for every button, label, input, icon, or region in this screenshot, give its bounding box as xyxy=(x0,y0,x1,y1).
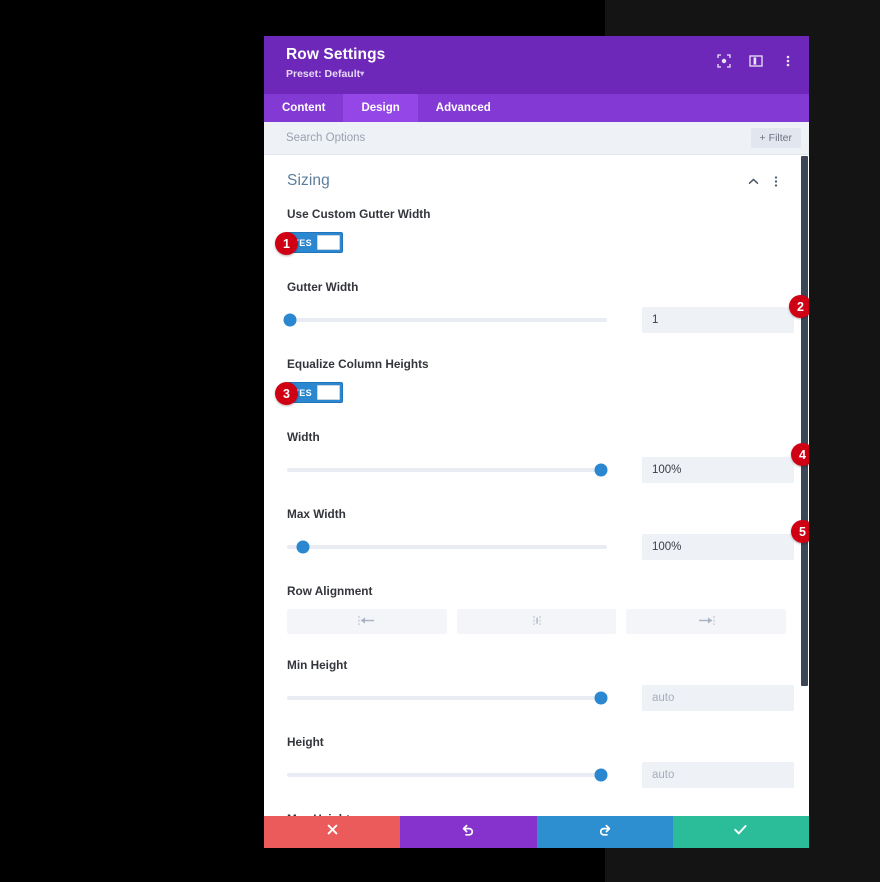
control-row xyxy=(287,760,794,790)
field-label: Max Height xyxy=(287,812,786,816)
slider-handle[interactable] xyxy=(283,313,297,327)
more-vertical-icon[interactable] xyxy=(780,53,795,68)
focus-target-icon[interactable] xyxy=(716,53,731,68)
field-label: Min Height xyxy=(287,658,348,672)
panel-layout-icon[interactable] xyxy=(748,53,763,68)
filter-button[interactable]: + Filter xyxy=(750,128,801,148)
filter-label: Filter xyxy=(768,132,792,144)
field-max-width: Max Width 5 xyxy=(287,507,809,584)
row-settings-modal: Row Settings Preset: Default▾ Content De… xyxy=(264,36,809,848)
align-left-button[interactable] xyxy=(287,609,447,634)
height-slider[interactable] xyxy=(287,768,608,782)
slider-handle[interactable] xyxy=(296,540,310,554)
check-icon xyxy=(733,823,748,841)
more-vertical-icon[interactable] xyxy=(768,173,784,189)
slider-track xyxy=(287,773,607,777)
min-height-input[interactable] xyxy=(642,685,794,711)
slider-track xyxy=(287,696,607,700)
field-label: Gutter Width xyxy=(287,280,359,294)
search-bar: +Filter xyxy=(264,122,809,155)
control-row: 5 xyxy=(287,520,809,562)
field-gutter-width: Gutter Width 2 xyxy=(283,280,809,357)
settings-tabs: Content Design Advanced xyxy=(264,94,809,122)
field-label: Equalize Column Heights xyxy=(287,357,429,371)
slider-handle[interactable] xyxy=(594,463,608,477)
tab-content[interactable]: Content xyxy=(264,94,343,122)
field-row-alignment: Row Alignment xyxy=(287,584,787,658)
control-row xyxy=(287,683,794,713)
annotation-badge-4: 4 xyxy=(791,443,809,466)
slider-track xyxy=(287,318,607,322)
scrollbar-thumb[interactable] xyxy=(801,156,808,686)
cancel-button[interactable] xyxy=(264,816,401,848)
preset-selector[interactable]: Preset: Default▾ xyxy=(286,68,793,81)
toggle-knob xyxy=(317,385,340,400)
height-input[interactable] xyxy=(642,762,794,788)
control-row: 4 xyxy=(287,443,809,485)
gutter-width-input[interactable] xyxy=(642,307,794,333)
field-label: Max Width xyxy=(287,507,346,521)
undo-icon xyxy=(461,823,475,842)
redo-button[interactable] xyxy=(536,816,673,848)
width-input[interactable] xyxy=(642,457,794,483)
field-label: Row Alignment xyxy=(287,584,373,598)
align-center-button[interactable] xyxy=(456,609,617,634)
sizing-title: Sizing xyxy=(287,172,330,189)
plus-icon: + xyxy=(759,132,766,144)
sizing-section-header[interactable]: Sizing xyxy=(287,155,786,207)
redo-icon xyxy=(598,823,612,842)
tab-advanced[interactable]: Advanced xyxy=(418,94,509,122)
align-right-button[interactable] xyxy=(626,609,787,634)
field-max-height: Max Height 6 xyxy=(287,812,786,816)
settings-scroll-area: Sizing Use Custom Gutter Width YES 1 Gut… xyxy=(264,155,809,816)
toggle-row: YES 3 xyxy=(275,382,786,405)
save-button[interactable] xyxy=(672,816,809,848)
slider-handle[interactable] xyxy=(594,768,608,782)
toggle-knob xyxy=(317,235,340,250)
gutter-width-slider[interactable] xyxy=(283,313,607,327)
max-width-input[interactable] xyxy=(642,534,794,560)
scrollbar-track[interactable] xyxy=(800,155,809,816)
annotation-badge-3: 3 xyxy=(275,382,298,405)
header-icon-group xyxy=(716,53,795,68)
align-center-icon xyxy=(526,613,548,631)
slider-track xyxy=(287,468,607,472)
chevron-down-icon: ▾ xyxy=(360,69,365,78)
toggle-row: YES 1 xyxy=(275,232,786,255)
field-height: Height xyxy=(287,735,794,812)
field-min-height: Min Height xyxy=(287,658,794,735)
align-left-icon xyxy=(356,613,378,631)
field-label: Use Custom Gutter Width xyxy=(287,207,431,221)
field-label: Height xyxy=(287,735,324,749)
align-right-icon xyxy=(695,613,717,631)
slider-handle[interactable] xyxy=(594,691,608,705)
field-equalize-column-heights: Equalize Column Heights YES 3 xyxy=(275,357,786,430)
max-width-slider[interactable] xyxy=(287,540,607,554)
row-alignment-group xyxy=(287,609,787,634)
field-label: Width xyxy=(287,430,320,444)
undo-button[interactable] xyxy=(400,816,537,848)
modal-footer xyxy=(264,816,809,848)
search-input[interactable] xyxy=(286,132,751,144)
field-width: Width 4 xyxy=(287,430,809,507)
modal-header: Row Settings Preset: Default▾ xyxy=(264,36,809,94)
chevron-up-icon[interactable] xyxy=(745,173,761,189)
slider-track xyxy=(287,545,607,549)
annotation-badge-2: 2 xyxy=(789,295,809,318)
sizing-section: Sizing Use Custom Gutter Width YES 1 Gut… xyxy=(264,155,809,816)
min-height-slider[interactable] xyxy=(287,691,608,705)
annotation-badge-1: 1 xyxy=(275,232,298,255)
field-use-custom-gutter-width: Use Custom Gutter Width YES 1 xyxy=(275,207,786,280)
preset-label: Preset: Default xyxy=(286,68,361,80)
control-row: 2 xyxy=(283,295,809,335)
width-slider[interactable] xyxy=(287,463,608,477)
tab-design[interactable]: Design xyxy=(343,94,418,122)
close-icon xyxy=(326,823,339,841)
annotation-badge-5: 5 xyxy=(791,520,809,543)
